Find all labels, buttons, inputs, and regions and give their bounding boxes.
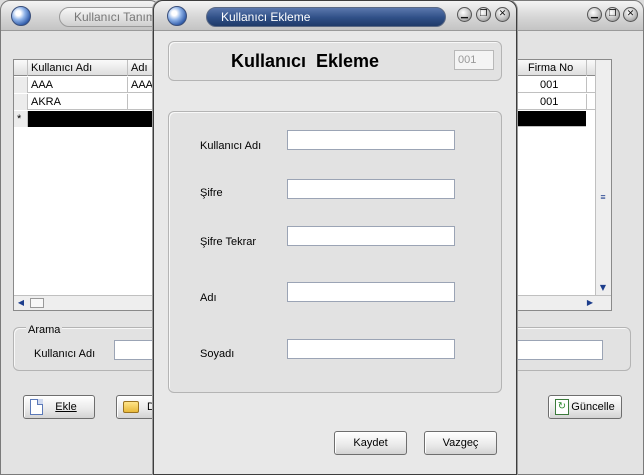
restore-icon[interactable]: ❐ (476, 7, 491, 22)
username-label: Kullanıcı Adı (200, 140, 262, 152)
cancel-button-label: Vazgeç (442, 437, 479, 449)
search-group-title: Arama (26, 324, 63, 336)
users-grid[interactable]: Kullanıcı Adı Adı AAA AAA AKRA * ◀ (13, 59, 168, 311)
dialog-heading: Kullanıcı Ekleme (231, 51, 380, 71)
new-document-icon (30, 399, 43, 415)
cell-username[interactable]: AKRA (28, 94, 128, 110)
restore-icon[interactable]: ❐ (605, 7, 620, 22)
row-indicator-header (14, 60, 28, 76)
new-row-cell[interactable] (28, 111, 168, 127)
horizontal-scrollbar[interactable]: ▶ (501, 295, 611, 310)
search-username-label: Kullanıcı Adı (34, 348, 96, 360)
user-definitions-window: Kullanıcı Tanım Kullanıcı Adı Adı AAA AA… (0, 0, 174, 475)
add-user-dialog: Kullanıcı Ekleme ▁ ❐ ✕ Kullanıcı Ekleme … (153, 0, 517, 475)
cancel-button[interactable]: Vazgeç (424, 431, 497, 455)
update-button[interactable]: ↻ Güncelle (548, 395, 622, 419)
folder-icon (123, 401, 139, 413)
minimize-icon[interactable]: ▁ (457, 7, 472, 22)
app-icon (167, 6, 187, 26)
add-button[interactable]: Ekle (23, 395, 95, 419)
window-title-text: Kullanıcı Tanım (74, 10, 156, 24)
column-header-firm-no[interactable]: Firma No (525, 60, 587, 76)
new-row-marker: * (14, 111, 28, 127)
dialog-title-text: Kullanıcı Ekleme (221, 10, 311, 24)
scroll-down-arrow[interactable]: ▼ (596, 281, 610, 295)
minimize-icon[interactable]: ▁ (587, 7, 602, 22)
row-indicator (14, 94, 28, 110)
password-repeat-label: Şifre Tekrar (200, 236, 257, 248)
save-button[interactable]: Kaydet (334, 431, 407, 455)
table-row[interactable]: AKRA (14, 94, 168, 110)
scroll-thumb[interactable] (30, 298, 44, 308)
new-row[interactable]: * (14, 111, 168, 127)
surname-input[interactable] (287, 339, 455, 359)
vertical-scrollbar[interactable]: ≡ ▼ (595, 60, 611, 295)
username-input[interactable] (287, 130, 455, 150)
column-header-username[interactable]: Kullanıcı Adı (28, 60, 128, 76)
search-group: Arama Kullanıcı Adı (13, 324, 174, 371)
scroll-right-arrow[interactable]: ▶ (583, 296, 597, 310)
scroll-left-arrow[interactable]: ◀ (14, 296, 28, 310)
dialog-title: Kullanıcı Ekleme (206, 7, 446, 27)
name-input[interactable] (287, 282, 455, 302)
close-icon[interactable]: ✕ (495, 7, 510, 22)
search-group-continued (501, 327, 631, 371)
password-input[interactable] (287, 179, 455, 199)
refresh-icon: ↻ (555, 399, 569, 415)
record-id-value: 001 (458, 54, 477, 66)
firm-window: ▁ ❐ ✕ Firma No 001 001 ≡ ▼ ▶ ↻ Güncelle (500, 0, 644, 475)
add-button-label: Ekle (55, 401, 77, 413)
password-label: Şifre (200, 187, 223, 199)
row-indicator (14, 77, 28, 93)
firm-grid[interactable]: Firma No 001 001 ≡ ▼ ▶ (501, 59, 612, 311)
table-row[interactable]: AAA AAA (14, 77, 168, 93)
titlebar (501, 1, 643, 31)
grid-header-row: Kullanıcı Adı Adı (14, 60, 168, 76)
horizontal-scrollbar[interactable]: ◀ (14, 295, 160, 310)
app-icon (11, 6, 31, 26)
scroll-thumb[interactable]: ≡ (598, 190, 608, 204)
record-id-field: 001 (454, 50, 494, 70)
surname-label: Soyadı (200, 348, 235, 360)
password-repeat-input[interactable] (287, 226, 455, 246)
cell-firm-no[interactable]: 001 (537, 94, 587, 110)
cell-firm-no[interactable]: 001 (537, 77, 587, 93)
name-label: Adı (200, 292, 217, 304)
close-icon[interactable]: ✕ (623, 7, 638, 22)
header-panel: Kullanıcı Ekleme 001 (168, 41, 502, 81)
cell-username[interactable]: AAA (28, 77, 128, 93)
save-button-label: Kaydet (353, 437, 388, 449)
form-panel: Kullanıcı Adı Şifre Şifre Tekrar Adı Soy… (168, 111, 502, 393)
